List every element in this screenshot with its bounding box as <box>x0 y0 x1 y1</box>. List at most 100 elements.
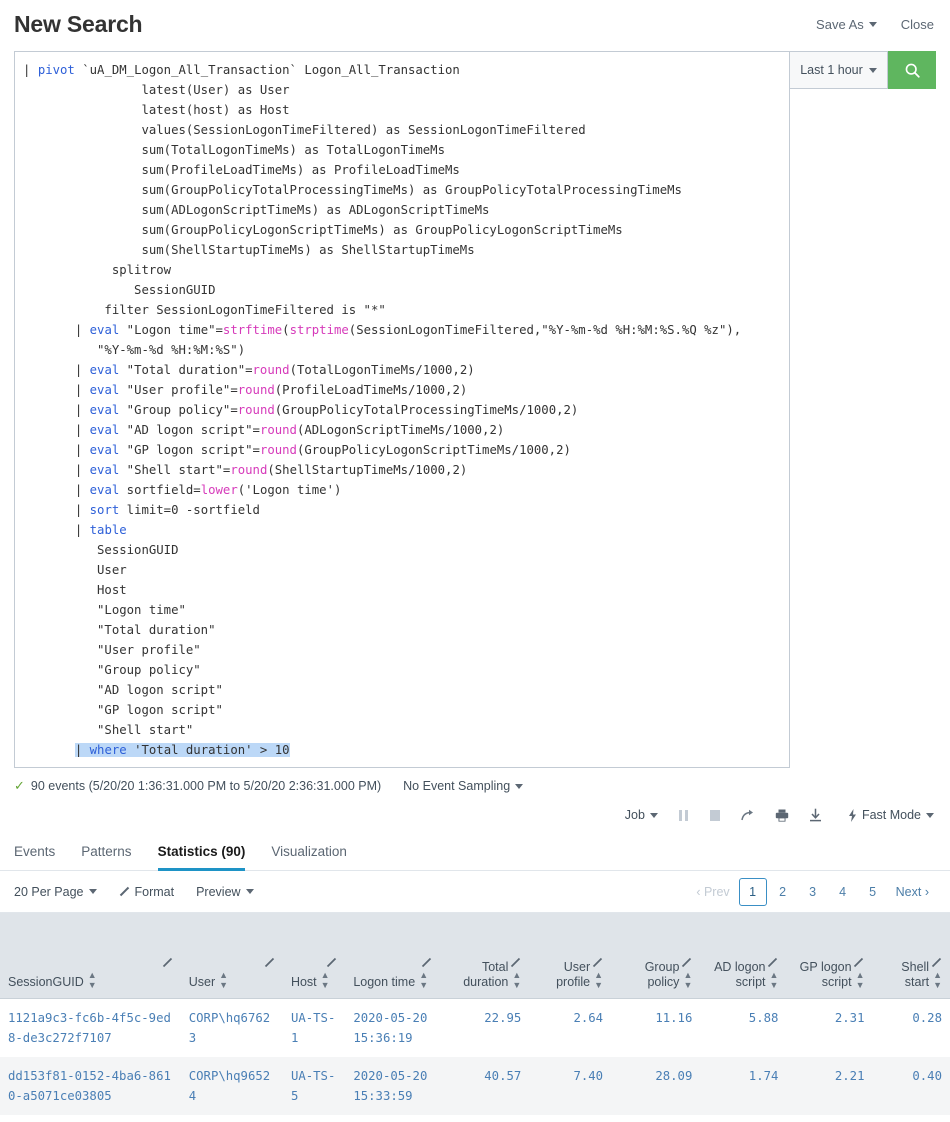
time-range-picker[interactable]: Last 1 hour <box>790 51 888 89</box>
column-header-logon-time[interactable]: Logon time▲▼ <box>345 913 440 998</box>
table-cell-total-duration[interactable]: 40.57 <box>440 1057 529 1115</box>
query-line: sum(ADLogonScriptTimeMs) as ADLogonScrip… <box>23 200 779 220</box>
column-header-label: AD logon script <box>708 960 765 990</box>
column-header-user-profile[interactable]: User profile▲▼ <box>529 913 611 998</box>
event-sampling-label: No Event Sampling <box>403 779 510 793</box>
job-dropdown[interactable]: Job <box>625 808 658 822</box>
column-header-ad-logon-script[interactable]: AD logon script▲▼ <box>700 913 786 998</box>
search-controls: Last 1 hour <box>790 51 936 768</box>
table-cell-group-policy[interactable]: 28.09 <box>611 1057 700 1115</box>
share-button[interactable] <box>741 809 755 822</box>
table-cell-shell-start[interactable]: 0.28 <box>872 998 950 1057</box>
search-submit-button[interactable] <box>888 51 936 89</box>
tab-visualization[interactable]: Visualization <box>271 844 347 871</box>
search-icon <box>904 62 921 79</box>
column-header-host[interactable]: Host▲▼ <box>283 913 345 998</box>
export-button[interactable] <box>809 808 822 822</box>
query-line: "GP logon script" <box>23 700 779 720</box>
page-button-2[interactable]: 2 <box>769 878 797 906</box>
search-input[interactable]: | pivot `uA_DM_Logon_All_Transaction` Lo… <box>14 51 790 768</box>
event-sampling-dropdown[interactable]: No Event Sampling <box>403 779 523 793</box>
query-line: | eval "Group policy"=round(GroupPolicyT… <box>23 400 779 420</box>
sort-arrows-icon[interactable]: ▲▼ <box>512 970 521 990</box>
search-bar: | pivot `uA_DM_Logon_All_Transaction` Lo… <box>14 51 936 768</box>
pencil-icon[interactable] <box>592 957 603 968</box>
query-line: | pivot `uA_DM_Logon_All_Transaction` Lo… <box>23 60 779 80</box>
sort-arrows-icon[interactable]: ▲▼ <box>419 970 428 990</box>
sort-arrows-icon[interactable]: ▲▼ <box>321 970 330 990</box>
table-cell-total-duration[interactable]: 22.95 <box>440 998 529 1057</box>
pencil-icon[interactable] <box>264 957 275 968</box>
table-cell-logon-time[interactable]: 2020-05-20 15:33:59 <box>345 1057 440 1115</box>
table-cell-sessionguid[interactable]: 1121a9c3-fc6b-4f5c-9ed8-de3c272f7107 <box>0 998 181 1057</box>
table-cell-ad-logon-script[interactable]: 5.88 <box>700 998 786 1057</box>
page-button-4[interactable]: 4 <box>829 878 857 906</box>
save-as-button[interactable]: Save As <box>816 17 877 32</box>
tab-patterns[interactable]: Patterns <box>81 844 131 871</box>
chevron-down-icon <box>869 68 877 73</box>
tab-events[interactable]: Events <box>14 844 55 871</box>
pencil-icon[interactable] <box>681 957 692 968</box>
preview-dropdown[interactable]: Preview <box>196 885 253 899</box>
sort-arrows-icon[interactable]: ▲▼ <box>88 970 97 990</box>
table-cell-shell-start[interactable]: 0.40 <box>872 1057 950 1115</box>
table-cell-user[interactable]: CORP\hq67623 <box>181 998 283 1057</box>
column-header-sessionguid[interactable]: SessionGUID ▲▼ <box>0 913 181 998</box>
column-header-total-duration[interactable]: Total duration▲▼ <box>440 913 529 998</box>
query-line: | eval sortfield=lower('Logon time') <box>23 480 779 500</box>
header-actions: Save As Close <box>816 17 934 32</box>
print-button[interactable] <box>775 809 789 822</box>
results-tabs: Events Patterns Statistics (90) Visualizati… <box>0 835 950 871</box>
pencil-icon[interactable] <box>162 957 173 968</box>
pencil-icon[interactable] <box>931 957 942 968</box>
query-line: sum(ShellStartupTimeMs) as ShellStartupT… <box>23 240 779 260</box>
column-header-group-policy[interactable]: Group policy▲▼ <box>611 913 700 998</box>
query-line: sum(GroupPolicyTotalProcessingTimeMs) as… <box>23 180 779 200</box>
sort-arrows-icon[interactable]: ▲▼ <box>683 970 692 990</box>
table-cell-gp-logon-script[interactable]: 2.31 <box>786 998 872 1057</box>
search-mode-dropdown[interactable]: Fast Mode <box>848 808 934 822</box>
page-button-5[interactable]: 5 <box>859 878 887 906</box>
sort-arrows-icon[interactable]: ▲▼ <box>219 970 228 990</box>
job-toolbar: Job <box>0 808 934 822</box>
sort-arrows-icon[interactable]: ▲▼ <box>770 970 779 990</box>
column-header-user[interactable]: User ▲▼ <box>181 913 283 998</box>
pause-button <box>678 809 689 822</box>
table-cell-host[interactable]: UA-TS-5 <box>283 1057 345 1115</box>
table-cell-host[interactable]: UA-TS-1 <box>283 998 345 1057</box>
per-page-dropdown[interactable]: 20 Per Page <box>14 885 97 899</box>
column-header-shell-start[interactable]: Shell start▲▼ <box>872 913 950 998</box>
table-cell-user-profile[interactable]: 7.40 <box>529 1057 611 1115</box>
pencil-icon[interactable] <box>853 957 864 968</box>
table-cell-ad-logon-script[interactable]: 1.74 <box>700 1057 786 1115</box>
query-line: | eval "Shell start"=round(ShellStartupT… <box>23 460 779 480</box>
column-header-gp-logon-script[interactable]: GP logon script▲▼ <box>786 913 872 998</box>
close-button[interactable]: Close <box>901 17 934 32</box>
table-cell-user[interactable]: CORP\hq96524 <box>181 1057 283 1115</box>
table-cell-group-policy[interactable]: 11.16 <box>611 998 700 1057</box>
pencil-icon[interactable] <box>421 957 432 968</box>
query-line: latest(User) as User <box>23 80 779 100</box>
page-header: New Search Save As Close <box>0 0 950 48</box>
table-cell-sessionguid[interactable]: dd153f81-0152-4ba6-8610-a5071ce03805 <box>0 1057 181 1115</box>
pause-icon <box>678 809 689 822</box>
table-cell-gp-logon-script[interactable]: 2.21 <box>786 1057 872 1115</box>
pencil-icon[interactable] <box>510 957 521 968</box>
table-cell-logon-time[interactable]: 2020-05-20 15:36:19 <box>345 998 440 1057</box>
column-header-label: User <box>189 975 215 990</box>
page-button-1[interactable]: 1 <box>739 878 767 906</box>
query-line: "AD logon script" <box>23 680 779 700</box>
pencil-icon[interactable] <box>326 957 337 968</box>
chevron-down-icon <box>246 889 254 894</box>
sort-arrows-icon[interactable]: ▲▼ <box>933 970 942 990</box>
tab-statistics-90[interactable]: Statistics (90) <box>158 844 246 871</box>
sort-arrows-icon[interactable]: ▲▼ <box>856 970 865 990</box>
column-header-label: SessionGUID <box>8 975 84 990</box>
format-button[interactable]: Format <box>119 885 175 899</box>
pencil-icon[interactable] <box>767 957 778 968</box>
next-page-button[interactable]: Next › <box>889 878 936 906</box>
table-cell-user-profile[interactable]: 2.64 <box>529 998 611 1057</box>
event-count-label: 90 events (5/20/20 1:36:31.000 PM to 5/2… <box>31 779 381 793</box>
page-button-3[interactable]: 3 <box>799 878 827 906</box>
sort-arrows-icon[interactable]: ▲▼ <box>594 970 603 990</box>
